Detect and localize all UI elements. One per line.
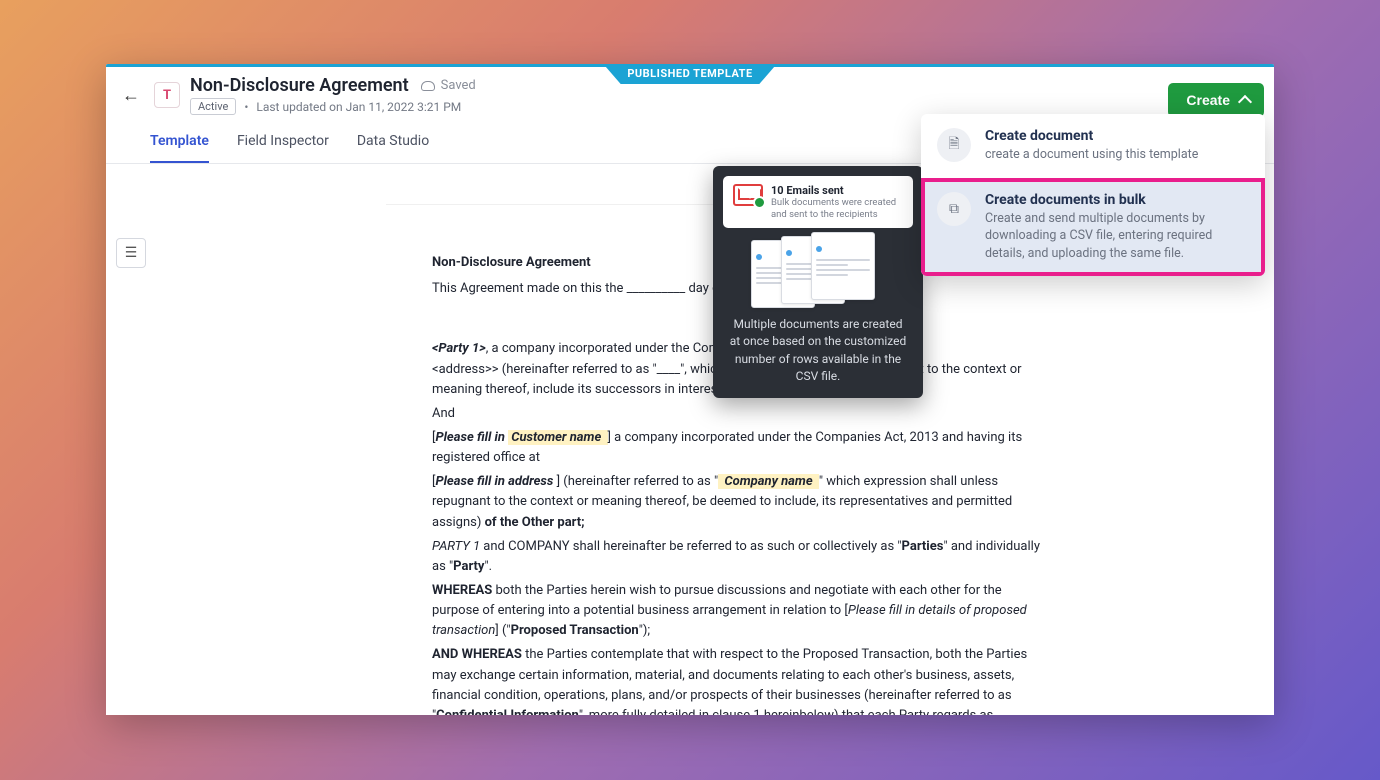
create-button-label: Create — [1186, 92, 1230, 108]
outline-tool-icon[interactable]: ☰ — [116, 238, 146, 268]
copy-icon: ⧉ — [937, 192, 971, 226]
document-icon: 🗎 — [937, 128, 971, 162]
chevron-up-icon — [1238, 95, 1252, 109]
envelope-icon — [733, 184, 763, 206]
doc-and: And — [432, 404, 1044, 424]
cloud-icon — [421, 81, 435, 91]
doc-address-line: [Please fill in address ] (hereinafter r… — [432, 472, 1044, 532]
dropdown-item-desc: create a document using this template — [985, 146, 1198, 164]
doc-customer-line: [Please fill in Customer name ] a compan… — [432, 428, 1044, 468]
page-title: Non-Disclosure Agreement — [190, 75, 409, 96]
doc-andwhereas1: AND WHEREAS the Parties contemplate that… — [432, 645, 1044, 715]
dropdown-item-desc: Create and send multiple documents by do… — [985, 210, 1249, 263]
doc-thumb — [811, 232, 875, 300]
tab-field-inspector[interactable]: Field Inspector — [237, 133, 329, 163]
header-bar: ← T Non-Disclosure Agreement Saved Activ… — [106, 67, 1274, 115]
tooltip-thumbnails — [723, 236, 913, 306]
last-updated: Last updated on Jan 11, 2022 3:21 PM — [256, 100, 461, 114]
tooltip-card-title: 10 Emails sent — [771, 184, 903, 197]
dropdown-create-bulk[interactable]: ⧉ Create documents in bulk Create and se… — [921, 178, 1265, 277]
tooltip-card-subtitle: Bulk documents were created and sent to … — [771, 197, 903, 220]
check-badge-icon — [753, 196, 766, 209]
tab-data-studio[interactable]: Data Studio — [357, 133, 429, 163]
bulk-tooltip: 10 Emails sent Bulk documents were creat… — [713, 166, 923, 398]
app-window: PUBLISHED TEMPLATE ← T Non-Disclosure Ag… — [106, 64, 1274, 715]
status-badge: Active — [190, 98, 236, 115]
saved-label: Saved — [441, 78, 476, 93]
saved-indicator: Saved — [421, 78, 476, 93]
dropdown-item-title: Create document — [985, 128, 1198, 144]
tooltip-text: Multiple documents are created at once b… — [723, 316, 913, 386]
create-dropdown: 🗎 Create document create a document usin… — [921, 114, 1265, 276]
create-button[interactable]: Create — [1168, 83, 1264, 117]
template-type-badge: T — [154, 82, 180, 108]
tab-template[interactable]: Template — [150, 133, 209, 163]
meta-dot: • — [244, 100, 248, 114]
dropdown-item-title: Create documents in bulk — [985, 192, 1249, 208]
doc-parties-line: PARTY 1 and COMPANY shall hereinafter be… — [432, 537, 1044, 577]
doc-whereas: WHEREAS both the Parties herein wish to … — [432, 581, 1044, 641]
title-block: Non-Disclosure Agreement Saved Active • … — [190, 75, 476, 115]
back-arrow-icon[interactable]: ← — [118, 81, 144, 110]
tooltip-card: 10 Emails sent Bulk documents were creat… — [723, 176, 913, 228]
dropdown-create-document[interactable]: 🗎 Create document create a document usin… — [921, 114, 1265, 178]
